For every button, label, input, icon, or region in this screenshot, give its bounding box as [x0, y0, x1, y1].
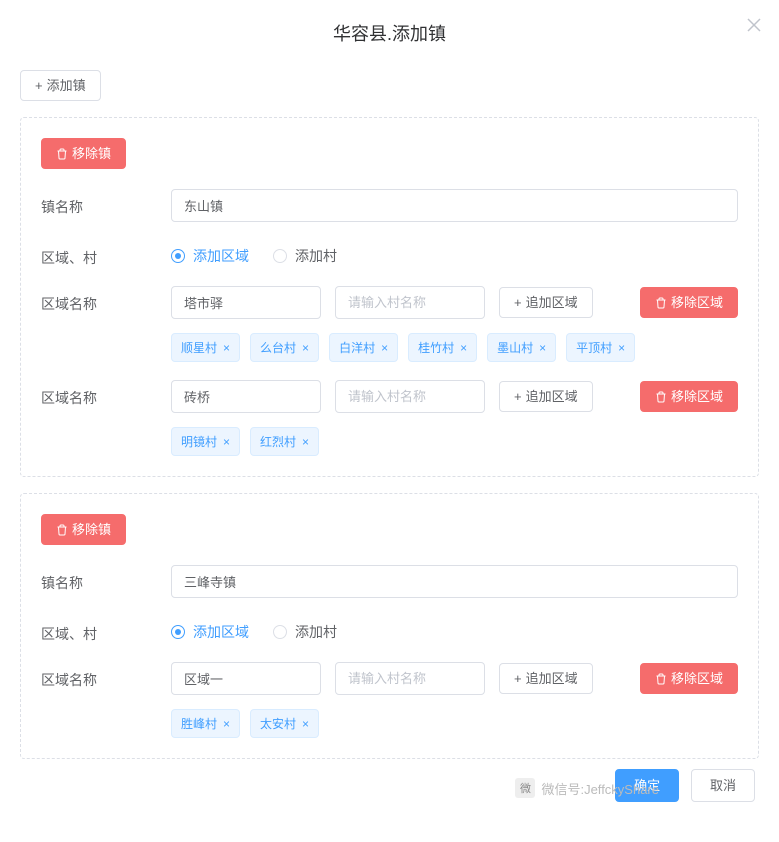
- area-name-label: 区域名称: [41, 286, 171, 314]
- close-icon[interactable]: ×: [618, 341, 625, 355]
- town-name-input[interactable]: [171, 565, 738, 598]
- radio-add-area[interactable]: 添加区域: [171, 246, 249, 266]
- tag-label: 太安村: [260, 715, 296, 732]
- tag-label: 顺星村: [181, 339, 217, 356]
- close-icon[interactable]: ×: [302, 341, 309, 355]
- town-panel: 移除镇镇名称区域、村添加区域添加村区域名称+追加区域移除区域顺星村×么台村×白洋…: [20, 117, 759, 477]
- tag-label: 桂竹村: [418, 339, 454, 356]
- radio-dot-icon: [171, 625, 185, 639]
- area-name-input[interactable]: [171, 286, 321, 319]
- village-tag: 桂竹村 ×: [408, 333, 477, 362]
- town-name-label: 镇名称: [41, 565, 171, 593]
- area-village-label: 区域、村: [41, 240, 171, 268]
- village-tag: 红烈村 ×: [250, 427, 319, 456]
- village-tag: 太安村 ×: [250, 709, 319, 738]
- area-name-input[interactable]: [171, 380, 321, 413]
- radio-group: 添加区域 添加村: [171, 616, 738, 642]
- close-icon[interactable]: ×: [302, 717, 309, 731]
- remove-area-button[interactable]: 移除区域: [640, 381, 738, 412]
- top-actions: + 添加镇: [20, 70, 759, 101]
- cancel-button[interactable]: 取消: [691, 769, 755, 802]
- area-name-label: 区域名称: [41, 380, 171, 408]
- append-area-button[interactable]: +追加区域: [499, 663, 593, 694]
- tag-label: 明镜村: [181, 433, 217, 450]
- village-tag: 胜峰村 ×: [171, 709, 240, 738]
- tag-label: 平顶村: [576, 339, 612, 356]
- append-area-button[interactable]: +追加区域: [499, 287, 593, 318]
- close-icon[interactable]: [747, 18, 761, 32]
- village-tag: 顺星村 ×: [171, 333, 240, 362]
- close-icon[interactable]: ×: [223, 435, 230, 449]
- radio-dot-icon: [171, 249, 185, 263]
- trash-icon: [655, 391, 667, 403]
- plus-icon: +: [35, 79, 43, 92]
- village-name-input[interactable]: [335, 380, 485, 413]
- close-icon[interactable]: ×: [223, 341, 230, 355]
- tag-label: 么台村: [260, 339, 296, 356]
- trash-icon: [655, 673, 667, 685]
- plus-icon: +: [514, 296, 522, 309]
- area-name-label: 区域名称: [41, 662, 171, 690]
- add-town-button[interactable]: + 添加镇: [20, 70, 101, 101]
- modal-title: 华容县.添加镇: [20, 20, 759, 46]
- town-panel: 移除镇镇名称区域、村添加区域 添加村区域名称 +追加区域 移除区域胜峰村 × 太安村 ×: [20, 493, 759, 759]
- append-area-button[interactable]: +追加区域: [499, 381, 593, 412]
- tag-label: 胜峰村: [181, 715, 217, 732]
- village-tag: 么台村 ×: [250, 333, 319, 362]
- remove-town-label: 移除镇: [72, 523, 111, 536]
- remove-area-button[interactable]: 移除区域: [640, 663, 738, 694]
- close-icon[interactable]: ×: [539, 341, 546, 355]
- radio-add-village[interactable]: 添加村: [273, 246, 337, 266]
- tag-label: 红烈村: [260, 433, 296, 450]
- trash-icon: [655, 297, 667, 309]
- radio-dot-icon: [273, 249, 287, 263]
- village-name-input[interactable]: [335, 286, 485, 319]
- close-icon[interactable]: ×: [302, 435, 309, 449]
- modal-root: 华容县.添加镇 + 添加镇 移除镇镇名称区域、村添加区域添加村区域名称+追加区域…: [0, 0, 779, 822]
- close-icon[interactable]: ×: [460, 341, 467, 355]
- village-name-input[interactable]: [335, 662, 485, 695]
- radio-add-village[interactable]: 添加村: [273, 622, 337, 642]
- village-tag: 墨山村 ×: [487, 333, 556, 362]
- tag-list: 胜峰村 × 太安村 ×: [171, 709, 738, 738]
- tag-label: 白洋村: [339, 339, 375, 356]
- trash-icon: [56, 148, 68, 160]
- remove-area-button[interactable]: 移除区域: [640, 287, 738, 318]
- tag-list: 明镜村 × 红烈村 ×: [171, 427, 738, 456]
- remove-town-label: 移除镇: [72, 147, 111, 160]
- radio-add-area[interactable]: 添加区域: [171, 622, 249, 642]
- town-name-input[interactable]: [171, 189, 738, 222]
- trash-icon: [56, 524, 68, 536]
- radio-group: 添加区域 添加村: [171, 240, 738, 266]
- village-tag: 平顶村 ×: [566, 333, 635, 362]
- modal-footer: 确定 取消: [20, 769, 759, 802]
- remove-town-button[interactable]: 移除镇: [41, 514, 126, 545]
- close-icon[interactable]: ×: [381, 341, 388, 355]
- town-name-label: 镇名称: [41, 189, 171, 217]
- plus-icon: +: [514, 390, 522, 403]
- radio-dot-icon: [273, 625, 287, 639]
- tag-list: 顺星村 × 么台村 × 白洋村 × 桂竹村 × 墨山村 × 平顶村 ×: [171, 333, 738, 362]
- village-tag: 白洋村 ×: [329, 333, 398, 362]
- area-village-label: 区域、村: [41, 616, 171, 644]
- village-tag: 明镜村 ×: [171, 427, 240, 456]
- remove-town-button[interactable]: 移除镇: [41, 138, 126, 169]
- close-icon[interactable]: ×: [223, 717, 230, 731]
- add-town-label: 添加镇: [47, 79, 86, 92]
- area-name-input[interactable]: [171, 662, 321, 695]
- confirm-button[interactable]: 确定: [615, 769, 679, 802]
- plus-icon: +: [514, 672, 522, 685]
- tag-label: 墨山村: [497, 339, 533, 356]
